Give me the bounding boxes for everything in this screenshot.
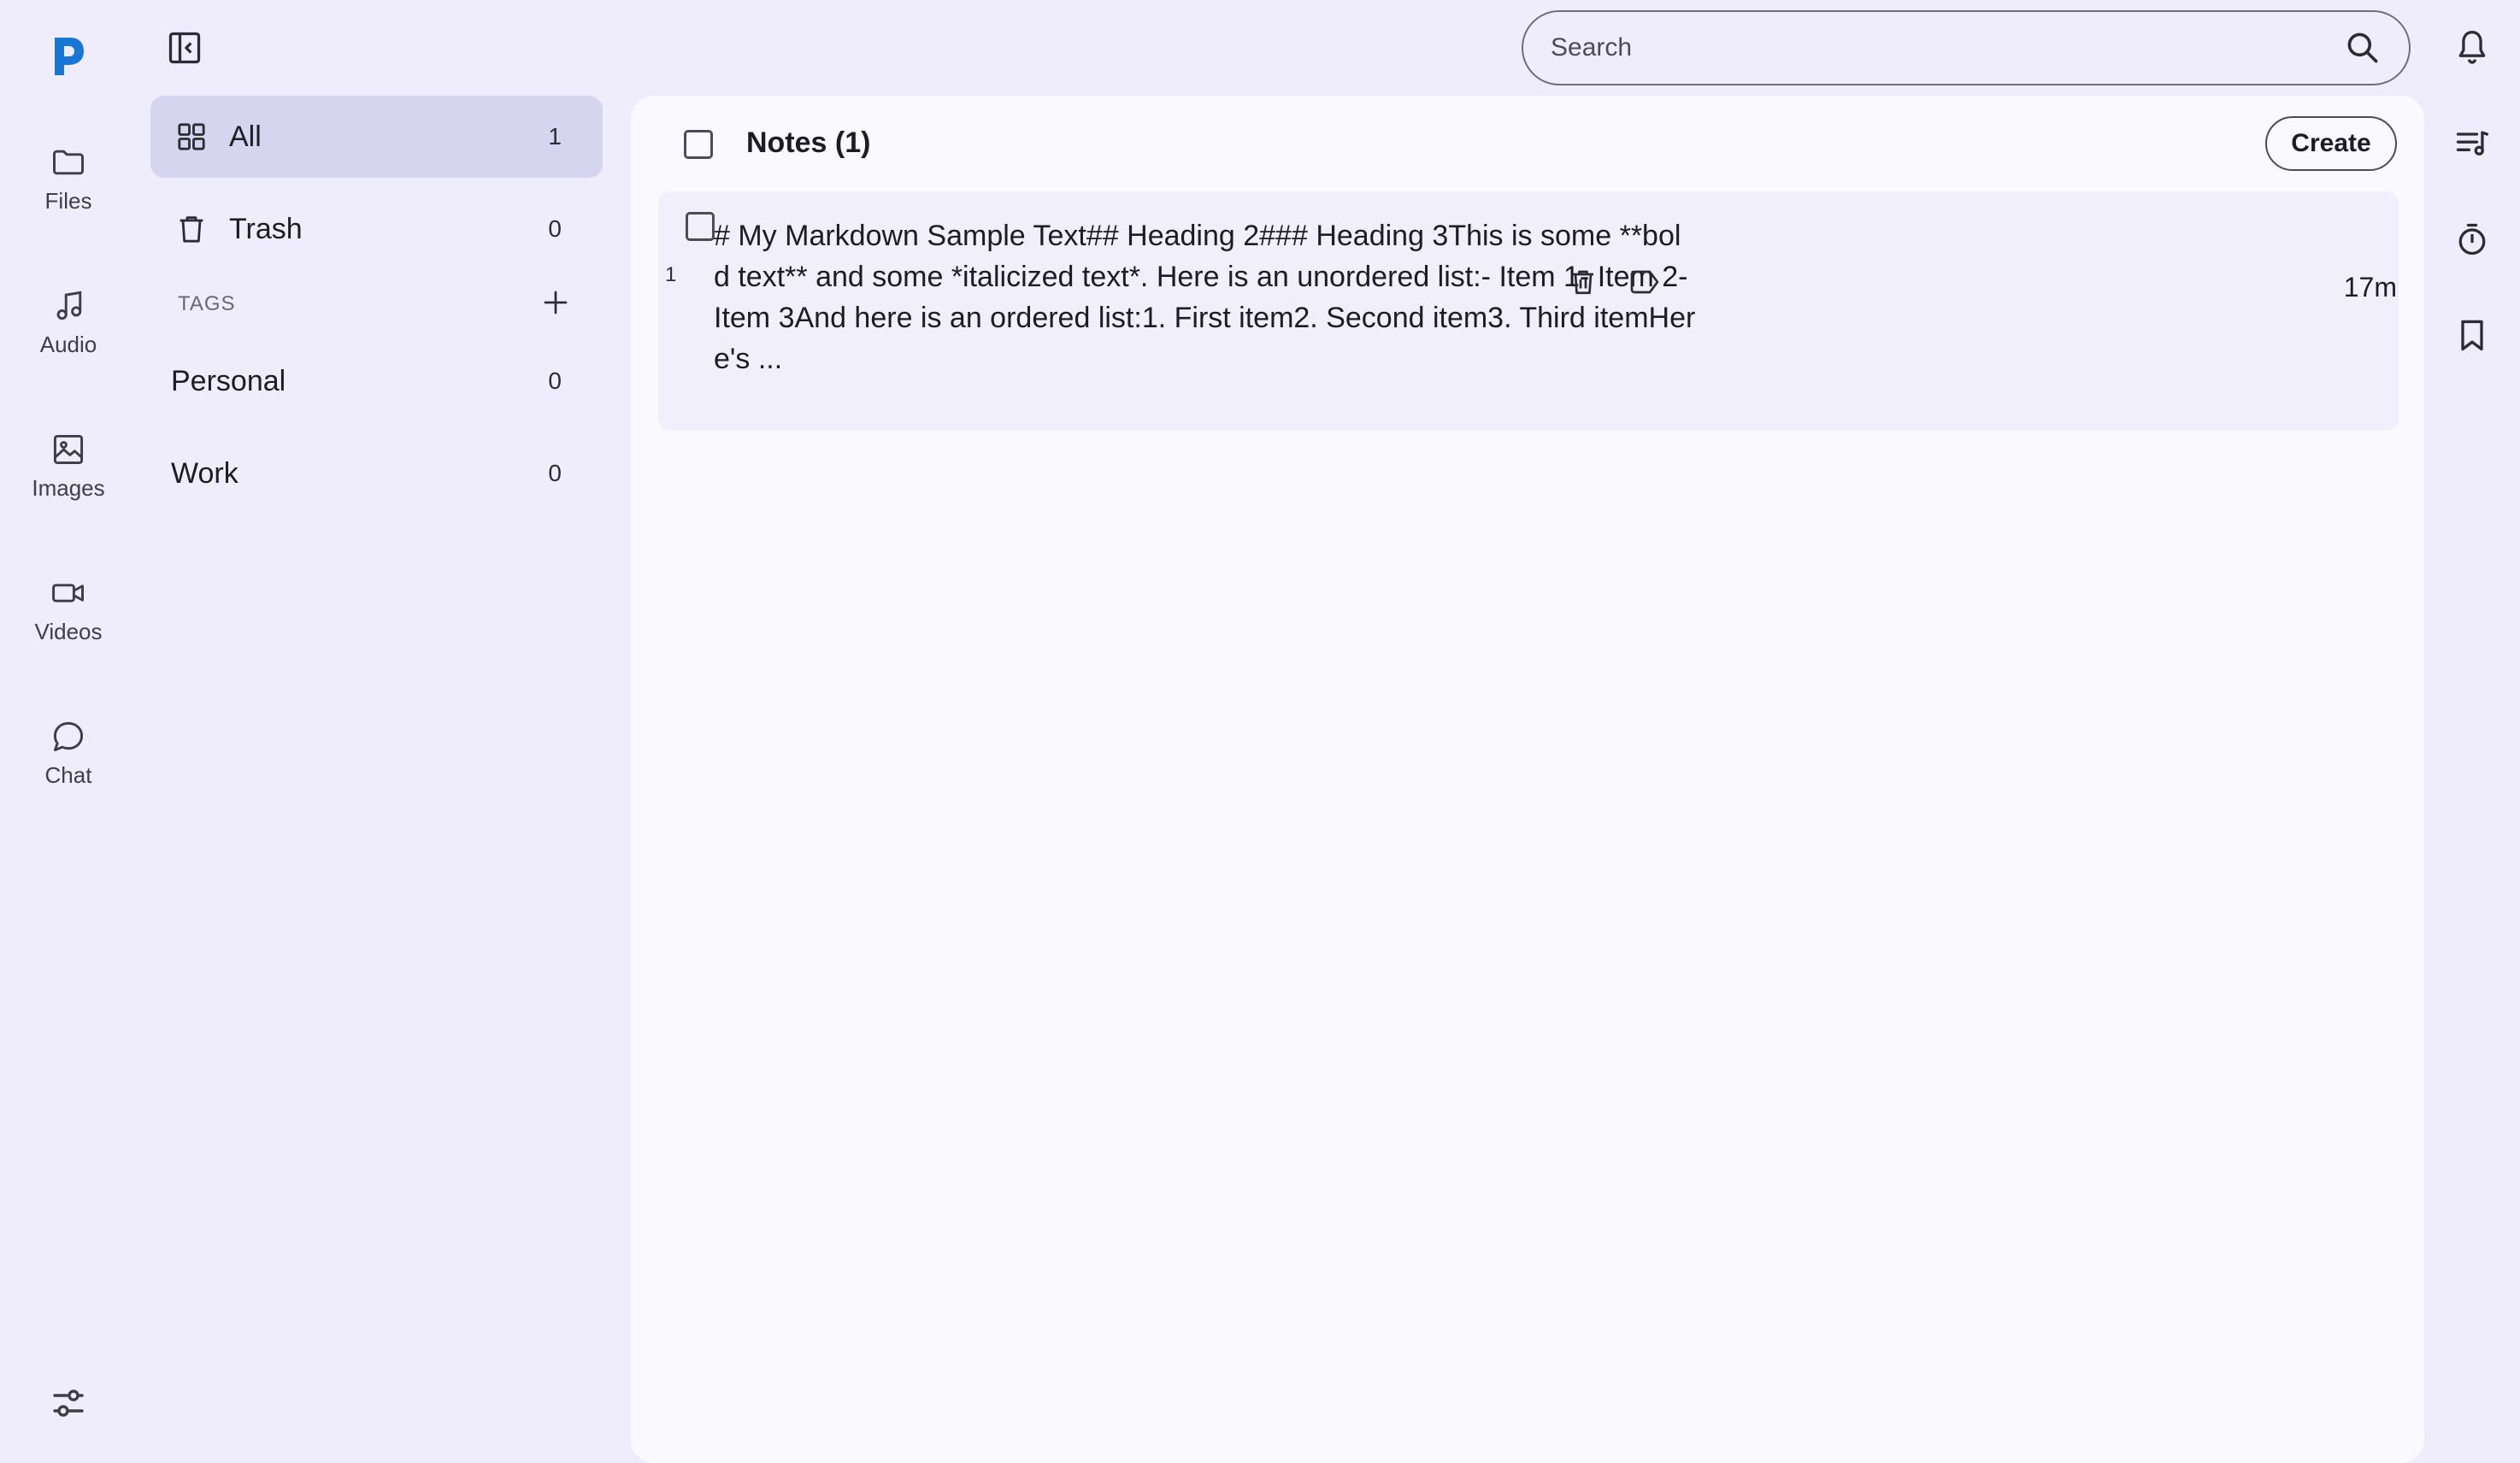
note-index: 1 xyxy=(665,263,677,286)
create-button[interactable]: Create xyxy=(2265,116,2397,171)
search-icon[interactable] xyxy=(2344,29,2382,67)
tag-count: 0 xyxy=(548,367,562,394)
sidebar-tag-personal[interactable]: Personal 0 xyxy=(150,340,603,422)
notification-bell-icon[interactable] xyxy=(2453,27,2491,68)
note-preview-text[interactable]: # My Markdown Sample Text## Heading 2###… xyxy=(714,215,1697,379)
rail-item-label: Videos xyxy=(34,619,103,644)
sidebar-item-all[interactable]: All 1 xyxy=(150,96,603,178)
sidebar-item-count: 1 xyxy=(548,123,562,150)
tag-label: Work xyxy=(171,456,238,490)
sidebar-item-trash[interactable]: Trash 0 xyxy=(150,188,603,270)
playlist-icon[interactable] xyxy=(2453,125,2491,162)
rail-item-label: Files xyxy=(44,188,92,214)
rail-item-label: Images xyxy=(32,475,105,501)
rail-item-files[interactable]: Files xyxy=(0,144,137,214)
notes-panel: Notes (1) Create 1 # My Markdown Sample … xyxy=(631,96,2424,1463)
rail-item-images[interactable]: Images xyxy=(0,431,137,502)
rail-item-label: Audio xyxy=(39,332,97,357)
tag-count: 0 xyxy=(548,460,562,486)
sidebar-item-label: Trash xyxy=(229,212,303,245)
rail-item-label: Chat xyxy=(44,762,92,788)
image-icon xyxy=(53,434,84,465)
tag-label: Personal xyxy=(171,364,286,397)
grid-icon xyxy=(178,123,205,150)
collapse-sidebar-icon[interactable] xyxy=(166,29,203,67)
bookmark-icon[interactable] xyxy=(2453,316,2491,354)
add-tag-icon[interactable] xyxy=(540,287,571,318)
music-note-icon xyxy=(56,291,82,320)
timer-icon[interactable] xyxy=(2453,220,2491,258)
search-box[interactable] xyxy=(1522,10,2411,85)
note-checkbox[interactable] xyxy=(686,212,715,241)
note-timestamp: 17m xyxy=(2343,272,2397,303)
delete-note-icon[interactable] xyxy=(1568,267,1599,297)
rail-item-videos[interactable]: Videos xyxy=(0,574,137,645)
select-all-checkbox[interactable] xyxy=(684,130,713,159)
app-logo-icon[interactable] xyxy=(50,34,87,79)
sidebar-item-label: All xyxy=(229,120,262,153)
tag-note-icon[interactable] xyxy=(1628,267,1662,297)
sidebar-tag-work[interactable]: Work 0 xyxy=(150,432,603,514)
left-rail: Files Audio Images Videos Chat xyxy=(0,0,137,1449)
folder-icon xyxy=(53,150,84,175)
rail-item-chat[interactable]: Chat xyxy=(0,718,137,789)
tags-heading: TAGS xyxy=(178,292,236,315)
video-camera-icon xyxy=(52,584,84,602)
rail-item-audio[interactable]: Audio xyxy=(0,287,137,358)
page-title: Notes (1) xyxy=(746,126,871,159)
trash-icon xyxy=(180,216,203,243)
settings-sliders-icon[interactable] xyxy=(48,1383,89,1424)
search-input[interactable] xyxy=(1549,32,2318,63)
sidebar-item-count: 0 xyxy=(548,215,562,242)
chat-bubble-icon xyxy=(53,721,84,752)
